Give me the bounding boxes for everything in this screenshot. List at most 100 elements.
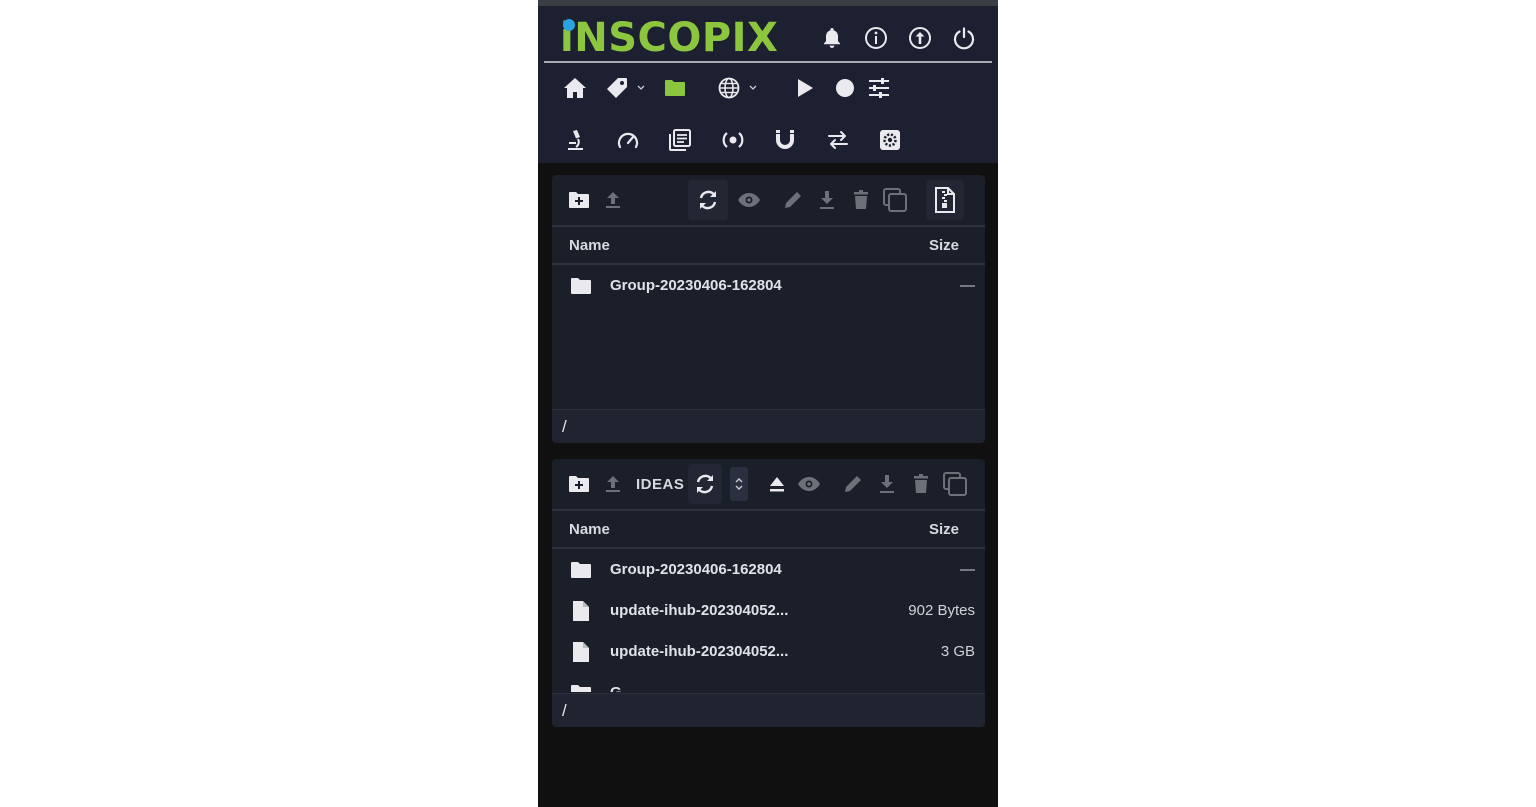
microscope-button[interactable]: [558, 123, 592, 157]
trash-icon: [914, 474, 929, 493]
column-size-header[interactable]: Size: [929, 521, 959, 538]
library-button[interactable]: [663, 123, 697, 157]
file-name: update-ihub-202304052...: [610, 602, 789, 619]
network-button[interactable]: [712, 71, 746, 105]
file-size: 3 GB: [940, 643, 975, 660]
magnet-icon: [776, 130, 794, 149]
record-button[interactable]: [828, 71, 862, 105]
new-folder-button[interactable]: [562, 464, 596, 504]
library-icon: [669, 129, 691, 151]
power-button[interactable]: [948, 22, 980, 54]
chevron-down-icon: [637, 85, 645, 90]
network-dropdown[interactable]: [746, 71, 760, 105]
folder-plus-icon: [569, 476, 589, 492]
path-bar[interactable]: /: [552, 693, 985, 727]
preview-button[interactable]: [732, 180, 766, 220]
adjustments-button[interactable]: [862, 71, 896, 105]
copy-button[interactable]: [938, 464, 972, 504]
delete-button[interactable]: [904, 464, 938, 504]
header-divider: [544, 61, 992, 63]
file-list[interactable]: Group-20230406-162804 — update-ihub-2023…: [552, 549, 985, 692]
column-name-header[interactable]: Name: [569, 521, 610, 538]
folder-icon: [569, 681, 593, 692]
microscope-icon: [568, 130, 583, 150]
file-icon: [569, 640, 593, 664]
folder-icon: [569, 558, 593, 582]
eject-button[interactable]: [762, 464, 792, 504]
file-name: Group-20230406-162804: [610, 277, 782, 294]
preview-button[interactable]: [792, 464, 826, 504]
notifications-button[interactable]: [816, 22, 848, 54]
play-button[interactable]: [788, 71, 822, 105]
panel-toolbar: [552, 175, 985, 227]
transfer-button[interactable]: [821, 123, 855, 157]
upload-circle-icon: [909, 27, 931, 49]
refresh-button[interactable]: [688, 464, 723, 504]
upload-button[interactable]: [596, 180, 630, 220]
download-button[interactable]: [810, 180, 844, 220]
file-panel-ideas: IDEAS Name Size Group-20230406-162804 — …: [552, 459, 985, 727]
rename-button[interactable]: [776, 180, 810, 220]
rename-button[interactable]: [836, 464, 870, 504]
folder-icon: [665, 80, 685, 96]
nav-row-1: [558, 70, 896, 106]
file-icon: [569, 599, 593, 623]
home-button[interactable]: [558, 71, 592, 105]
upload-button[interactable]: [596, 464, 630, 504]
download-icon: [880, 475, 895, 493]
current-path: /: [562, 416, 567, 436]
tags-dropdown[interactable]: [634, 71, 648, 105]
gauge-button[interactable]: [611, 123, 645, 157]
copy-icon: [943, 472, 968, 496]
brand-logo: iNSCOPIX: [560, 10, 778, 66]
storage-selector-button[interactable]: [730, 467, 749, 501]
column-size-header[interactable]: Size: [929, 237, 959, 254]
column-name-header[interactable]: Name: [569, 237, 610, 254]
settings-button[interactable]: [873, 123, 907, 157]
brand-logo-dot: [563, 19, 575, 31]
new-folder-button[interactable]: [562, 180, 596, 220]
header-actions: [816, 22, 980, 54]
tag-icon: [607, 78, 627, 98]
pencil-icon: [785, 192, 801, 208]
panel-toolbar: IDEAS: [552, 459, 985, 511]
settings-icon: [880, 130, 900, 150]
folder-plus-icon: [569, 192, 589, 208]
eye-icon: [738, 193, 760, 207]
trash-icon: [854, 190, 868, 209]
table-row[interactable]: Group-20230406-162804 —: [552, 549, 985, 590]
file-name: Group-20230406-162804: [610, 561, 782, 578]
current-path: /: [562, 700, 567, 720]
table-header: Name Size: [552, 511, 985, 549]
file-name: G: [610, 684, 975, 692]
file-panel-local: Name Size Group-20230406-162804 — /: [552, 175, 985, 443]
transfer-icon: [827, 131, 848, 149]
globe-icon: [718, 77, 740, 99]
power-icon: [953, 27, 975, 50]
table-row[interactable]: update-ihub-202304052... 3 GB: [552, 631, 985, 672]
info-button[interactable]: [860, 22, 892, 54]
file-zip-icon: [935, 187, 955, 213]
table-row[interactable]: G: [552, 672, 985, 692]
delete-button[interactable]: [844, 180, 878, 220]
folder-icon: [569, 274, 593, 298]
copy-button[interactable]: [878, 180, 912, 220]
path-bar[interactable]: /: [552, 409, 985, 443]
refresh-button[interactable]: [688, 180, 728, 220]
download-button[interactable]: [870, 464, 904, 504]
play-icon: [798, 79, 813, 97]
info-icon: [865, 27, 887, 49]
table-row[interactable]: Group-20230406-162804 —: [552, 265, 985, 306]
archive-button[interactable]: [926, 180, 964, 220]
tags-button[interactable]: [600, 71, 634, 105]
magnet-button[interactable]: [768, 123, 802, 157]
eject-icon: [770, 477, 785, 492]
chevron-up-down-icon: [735, 478, 743, 490]
upload-icon: [606, 192, 620, 208]
stream-button[interactable]: [716, 123, 750, 157]
app-window: iNSCOPIX Name Size Group-20230406-162804…: [538, 0, 998, 807]
files-button[interactable]: [658, 71, 692, 105]
copy-icon: [883, 188, 907, 212]
table-row[interactable]: update-ihub-202304052... 902 Bytes: [552, 590, 985, 631]
update-button[interactable]: [904, 22, 936, 54]
